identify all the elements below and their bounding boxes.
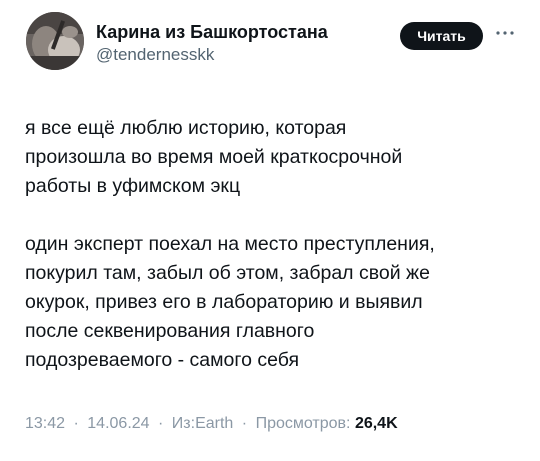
tweet-line: работы в уфимском экц (25, 175, 241, 197)
tweet-card: Карина из Башкортостана @tendernesskk Чи… (0, 0, 540, 461)
author-handle[interactable]: @tendernesskk (96, 44, 328, 66)
tweet-meta: 13:42 · 14.06.24 · Из:Earth · Просмотров… (25, 413, 398, 435)
author-info: Карина из Башкортостана @tendernesskk (96, 21, 328, 66)
tweet-line: покурил там, забыл об этом, забрал свой … (25, 262, 430, 284)
tweet-paragraph-2: один эксперт поехал на место преступлени… (25, 230, 525, 375)
avatar[interactable] (26, 12, 84, 70)
tweet-paragraph-1: я все ещё люблю историю, которая произош… (25, 114, 525, 201)
meta-separator: · (158, 415, 164, 432)
meta-separator: · (241, 415, 248, 432)
tweet-text: я все ещё люблю историю, которая произош… (25, 114, 525, 375)
tweet-line: подозреваемого - самого себя (25, 349, 300, 371)
tweet-line: окурок, привез его в лабораторию и выяви… (25, 291, 423, 313)
tweet-line: после секвенирования главного (25, 320, 315, 342)
tweet-date[interactable]: 14.06.24 (87, 415, 149, 432)
views-count[interactable]: 26,4K (355, 415, 398, 432)
tweet-line: я все ещё люблю историю, которая (25, 117, 347, 139)
meta-separator: · (73, 415, 79, 432)
tweet-line: один эксперт поехал на место преступлени… (25, 233, 435, 255)
views-label: Просмотров: (255, 415, 351, 432)
tweet-header: Карина из Башкортостана @tendernesskk Чи… (26, 12, 526, 74)
follow-button[interactable]: Читать (400, 22, 483, 50)
tweet-line: произошла во время моей краткосрочной (25, 146, 403, 168)
more-dots-icon[interactable] (492, 20, 518, 46)
author-display-name[interactable]: Карина из Башкортостана (96, 21, 328, 43)
tweet-time[interactable]: 13:42 (25, 415, 65, 432)
tweet-source: Из:Earth (171, 415, 234, 432)
